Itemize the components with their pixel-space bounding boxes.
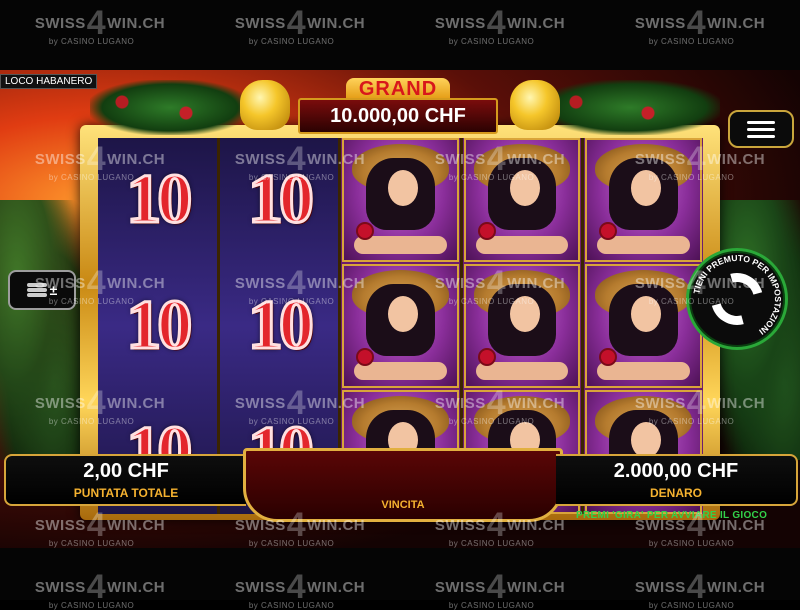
win-label: VINCITA bbox=[381, 499, 425, 511]
total-bet-panel: 2,00 CHF PUNTATA TOTALE bbox=[4, 454, 246, 506]
symbol-senorita bbox=[342, 138, 459, 262]
symbol-ten-label: 10 bbox=[125, 286, 194, 366]
hamburger-menu-icon bbox=[747, 120, 775, 124]
symbol-senorita bbox=[463, 264, 581, 388]
spin-button[interactable]: TIENI PREMUTO PER IMPOSTAZIONI bbox=[686, 248, 788, 350]
bottom-control-bar: 2,00 CHF PUNTATA TOTALE VINCITA 2.000,00… bbox=[0, 448, 800, 522]
symbol-senorita bbox=[585, 138, 702, 262]
start-hint: PREMI 'GIRA' PER AVVIARE IL GIOCO bbox=[576, 510, 768, 521]
coin-stack-icon bbox=[26, 283, 47, 297]
symbol-ten-label: 10 bbox=[246, 160, 315, 240]
spin-button-text: TIENI PREMUTO PER IMPOSTAZIONI bbox=[691, 253, 783, 337]
balance-value: 2.000,00 CHF bbox=[613, 460, 739, 482]
symbol-ten: 10 bbox=[98, 264, 217, 388]
golden-bell-right-icon bbox=[510, 80, 560, 130]
vine-decoration-right bbox=[540, 80, 720, 135]
svg-text:TIENI PREMUTO PER IMPOSTAZIONI: TIENI PREMUTO PER IMPOSTAZIONI bbox=[691, 253, 783, 337]
symbol-ten: 10 bbox=[220, 138, 339, 262]
symbol-ten: 10 bbox=[98, 138, 217, 262]
top-watermark-band bbox=[0, 0, 800, 70]
golden-bell-left-icon bbox=[240, 80, 290, 130]
symbol-ten: 10 bbox=[220, 264, 339, 388]
game-title: LOCO HABANERO bbox=[0, 74, 98, 89]
jackpot-value: 10.000,00 CHF bbox=[298, 98, 498, 134]
symbol-senorita bbox=[585, 264, 702, 388]
symbol-senorita bbox=[463, 138, 581, 262]
jackpot-label: GRAND bbox=[346, 78, 450, 100]
total-bet-value: 2,00 CHF bbox=[83, 460, 169, 482]
symbol-ten-label: 10 bbox=[125, 160, 194, 240]
symbol-senorita bbox=[342, 264, 459, 388]
balance-label: DENARO bbox=[649, 486, 702, 500]
bottom-watermark-band bbox=[0, 548, 800, 600]
plus-minus-icon: ± bbox=[49, 282, 58, 298]
left-foliage bbox=[0, 200, 80, 460]
rose-icon bbox=[479, 350, 494, 364]
grand-jackpot: GRAND 10.000,00 CHF bbox=[298, 78, 498, 134]
win-panel: VINCITA bbox=[243, 448, 563, 522]
vine-decoration-left bbox=[90, 80, 250, 135]
total-bet-label: PUNTATA TOTALE bbox=[73, 486, 179, 500]
symbol-ten-label: 10 bbox=[246, 286, 315, 366]
slot-game-area: LOCO HABANERO GRAND 10.000,00 CHF 10 10 10… bbox=[0, 70, 800, 548]
rose-icon bbox=[479, 224, 494, 238]
bet-settings-button[interactable]: ± bbox=[8, 270, 76, 310]
balance-panel: 2.000,00 CHF DENARO bbox=[556, 454, 798, 506]
menu-button[interactable] bbox=[728, 110, 794, 148]
